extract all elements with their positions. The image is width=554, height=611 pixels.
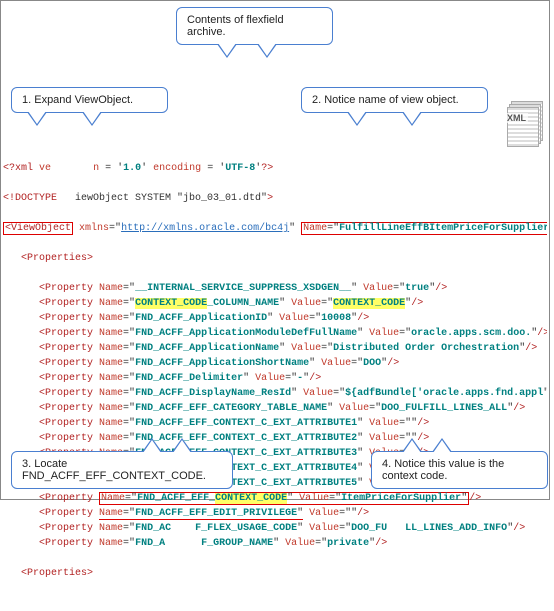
property-row: <Property Name="FND_ACFF_ApplicationShor… xyxy=(3,356,547,371)
property-row: <Property Name="FND_ACFF_EFF_CATEGORY_TA… xyxy=(3,401,547,416)
property-row: <Property Name="CONTEXT_CODE_COLUMN_NAME… xyxy=(3,296,547,311)
callout-3: 3. Locate FND_ACFF_EFF_CONTEXT_CODE. xyxy=(11,451,233,489)
property-row: <Property Name="FND_ACFF_EFF_EDIT_PRIVIL… xyxy=(3,506,547,521)
diagram-container: XML Contents of flexfield archive. 1. Ex… xyxy=(0,0,550,500)
xmlns-url[interactable]: http://xmlns.oracle.com/bc4j xyxy=(121,223,289,234)
property-row: <Property Name="FND_ACFF_ApplicationName… xyxy=(3,341,547,356)
property-row: <Property Name="FND_ACFF_EFF_CONTEXT_C_E… xyxy=(3,416,547,431)
name-attr: Name xyxy=(303,223,327,234)
callout-4-text: 4. Notice this value is the context code… xyxy=(382,458,504,482)
xml-code-block: <?xml ve n = '1.0' encoding = 'UTF-8'?> … xyxy=(3,146,547,611)
property-row: <Property Name="__INTERNAL_SERVICE_SUPPR… xyxy=(3,281,547,296)
property-row: <Property Name="FND_ACFF_DisplayName_Res… xyxy=(3,386,547,401)
callout-4: 4. Notice this value is the context code… xyxy=(371,451,548,489)
properties-close: <Properties> xyxy=(21,568,93,579)
property-row: <Property Name="FND_A F_GROUP_NAME" Valu… xyxy=(3,536,547,551)
callout-top: Contents of flexfield archive. xyxy=(176,7,333,45)
xml-decl-open: <?xml xyxy=(3,163,33,174)
property-row: <Property Name="FND_AC F_FLEX_USAGE_CODE… xyxy=(3,521,547,536)
doctype: <!DOCTYPE xyxy=(3,193,57,204)
callout-2-text: 2. Notice name of view object. xyxy=(312,94,459,106)
callout-3-text: 3. Locate FND_ACFF_EFF_CONTEXT_CODE. xyxy=(22,458,206,482)
property-row: <Property Name="FND_ACFF_Delimiter" Valu… xyxy=(3,371,547,386)
callout-2: 2. Notice name of view object. xyxy=(301,87,488,113)
viewobject-open-tag: <ViewObject xyxy=(5,223,71,234)
xmlns-attr: xmlns xyxy=(79,223,109,234)
callout-1: 1. Expand ViewObject. xyxy=(11,87,168,113)
property-row: <Property Name="FND_ACFF_ApplicationID" … xyxy=(3,311,547,326)
callout-1-text: 1. Expand ViewObject. xyxy=(22,94,133,106)
callout-top-text: Contents of flexfield archive. xyxy=(187,14,284,38)
xml-icon-label: XML xyxy=(505,113,528,123)
properties-open: <Properties> xyxy=(21,253,93,264)
viewobject-name-value: FulfillLineEffBItemPriceForSuppliers xyxy=(339,223,547,234)
xml-file-icon: XML xyxy=(507,101,543,145)
property-row: <Property Name="FND_ACFF_EFF_CONTEXT_C_E… xyxy=(3,431,547,446)
property-row: <Property Name="FND_ACFF_ApplicationModu… xyxy=(3,326,547,341)
